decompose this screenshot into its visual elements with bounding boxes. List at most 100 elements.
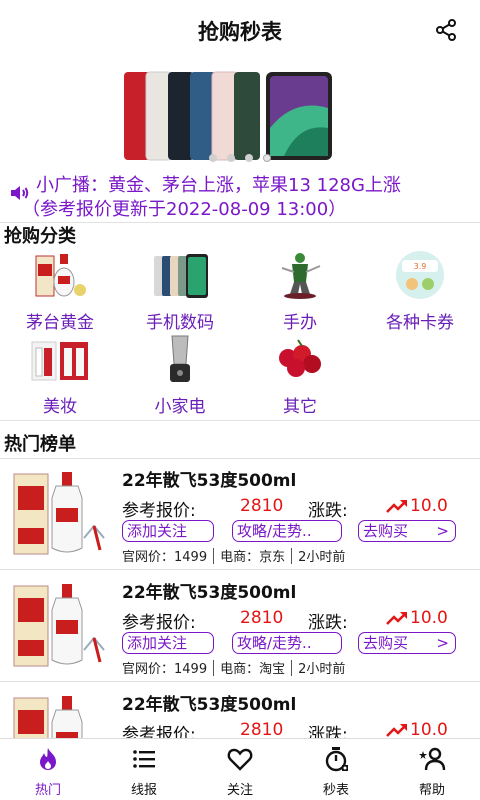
tab-label: 线报 [130, 783, 157, 798]
tab-label: 帮助 [418, 783, 445, 798]
category-label: 小家电 [154, 397, 206, 417]
product-image [13, 472, 105, 555]
price-label: 参考报价: [122, 613, 196, 633]
separator [213, 547, 215, 564]
change-label: 涨跌: [308, 501, 348, 521]
tab-label: 秒表 [322, 783, 349, 798]
banner-dot[interactable] [209, 154, 217, 162]
banner-dot[interactable] [245, 154, 253, 162]
trend-up-icon [386, 724, 407, 737]
blender-icon [170, 335, 190, 382]
store-name: 电商：淘宝 [220, 662, 286, 677]
trend-up-icon [386, 612, 407, 625]
update-time: 2小时前 [298, 550, 346, 565]
help-user-icon [419, 747, 446, 771]
tab-follow[interactable]: 关注 [192, 739, 288, 800]
category-item-coupon[interactable]: 3.9 各种卡券 [360, 250, 480, 333]
buy-label: 去购买 [363, 634, 409, 652]
change-label: 涨跌: [308, 613, 348, 633]
buy-label: 去购买 [363, 522, 409, 540]
notice-broadcast: 小广播：黄金、茅台上涨，苹果13 128G上涨 （参考报价更新于2022-08-… [8, 174, 474, 222]
change-number: 10.0 [410, 720, 448, 740]
category-item-figure[interactable]: 手办 [240, 250, 360, 333]
category-label: 茅台黄金 [26, 313, 94, 333]
bottom-tab-bar: 热门 线报 关注 秒表 帮助 [0, 738, 480, 800]
speaker-icon [11, 186, 29, 200]
banner-dot[interactable] [263, 154, 271, 162]
price-label: 参考报价: [122, 501, 196, 521]
price-value: 2810 [240, 720, 284, 740]
change-number: 10.0 [410, 496, 448, 516]
tab-help[interactable]: 帮助 [384, 739, 480, 800]
notice-line-1: 小广播：黄金、茅台上涨，苹果13 128G上涨 [36, 175, 401, 196]
heart-icon [227, 748, 253, 771]
banner-dot[interactable] [227, 154, 235, 162]
product-name: 22年散飞53度500ml [122, 583, 297, 603]
trend-up-icon [386, 500, 407, 513]
chevron-right-icon: > [436, 634, 449, 652]
separator [291, 547, 293, 564]
update-time: 2小时前 [298, 662, 346, 677]
hot-section-title: 热门榜单 [4, 434, 76, 455]
cherry-icon [276, 335, 324, 383]
phone-icon [154, 254, 208, 298]
product-name: 22年散飞53度500ml [122, 695, 297, 715]
official-price: 官网价：1499 [122, 550, 208, 565]
product-image [13, 584, 105, 667]
change-value: 10.0 [386, 608, 448, 628]
category-item-cosmetics[interactable]: 美妆 [0, 334, 120, 417]
cosmetics-icon [31, 341, 88, 381]
coupon-icon: 3.9 [396, 251, 444, 299]
list-icon [133, 750, 155, 768]
tab-label: 关注 [226, 783, 253, 798]
category-item-liquor[interactable]: 茅台黄金 [0, 250, 120, 333]
official-price: 官网价：1499 [122, 662, 208, 677]
product-meta: 官网价：1499 电商：京东 2小时前 [122, 546, 345, 565]
banner-image[interactable] [124, 68, 334, 163]
change-value: 10.0 [386, 496, 448, 516]
chevron-right-icon: > [436, 522, 449, 540]
stopwatch-icon [325, 747, 348, 772]
buy-button[interactable]: 去购买 > [358, 632, 456, 654]
header: 抢购秒表 [0, 0, 480, 62]
price-value: 2810 [240, 608, 284, 628]
price-value: 2810 [240, 496, 284, 516]
liquor-icon [35, 254, 86, 297]
share-icon[interactable] [434, 18, 458, 42]
change-value: 10.0 [386, 720, 448, 740]
add-follow-button[interactable]: 添加关注 [122, 520, 214, 542]
category-label: 美妆 [43, 397, 77, 417]
change-number: 10.0 [410, 608, 448, 628]
notice-line-2: （参考报价更新于2022-08-09 13:00） [22, 199, 347, 220]
tab-hot[interactable]: 热门 [0, 739, 96, 800]
category-item-appliance[interactable]: 小家电 [120, 334, 240, 417]
list-item[interactable]: 22年散飞53度500ml 参考报价: 2810 涨跌: 10.0 添加关注 攻… [0, 570, 480, 682]
category-label: 手机数码 [146, 313, 214, 333]
page-title: 抢购秒表 [198, 20, 282, 44]
tab-news[interactable]: 线报 [96, 739, 192, 800]
strategy-button[interactable]: 攻略/走势.. [232, 520, 342, 542]
category-label: 手办 [283, 313, 317, 333]
category-section-title: 抢购分类 [4, 226, 76, 247]
app: 抢购秒表 小广播：黄金、茅台上涨，苹果13 128G上涨 （参考报价更新于202… [0, 0, 480, 800]
divider [0, 420, 480, 421]
category-item-other[interactable]: 其它 [240, 334, 360, 417]
separator [291, 659, 293, 676]
category-label: 各种卡券 [386, 313, 454, 333]
tab-label: 热门 [34, 783, 61, 798]
flame-icon [40, 748, 56, 770]
list-item[interactable]: 22年散飞53度500ml 参考报价: 2810 涨跌: 10.0 添加关注 攻… [0, 458, 480, 570]
product-name: 22年散飞53度500ml [122, 471, 297, 491]
banner-dots [0, 154, 480, 162]
category-label: 其它 [283, 397, 317, 417]
tab-stopwatch[interactable]: 秒表 [288, 739, 384, 800]
separator [213, 659, 215, 676]
svg-text:3.9: 3.9 [414, 262, 427, 271]
strategy-button[interactable]: 攻略/走势.. [232, 632, 342, 654]
product-meta: 官网价：1499 电商：淘宝 2小时前 [122, 658, 345, 677]
figure-icon [281, 253, 321, 299]
buy-button[interactable]: 去购买 > [358, 520, 456, 542]
add-follow-button[interactable]: 添加关注 [122, 632, 214, 654]
store-name: 电商：京东 [220, 550, 286, 565]
category-item-phone[interactable]: 手机数码 [120, 250, 240, 333]
